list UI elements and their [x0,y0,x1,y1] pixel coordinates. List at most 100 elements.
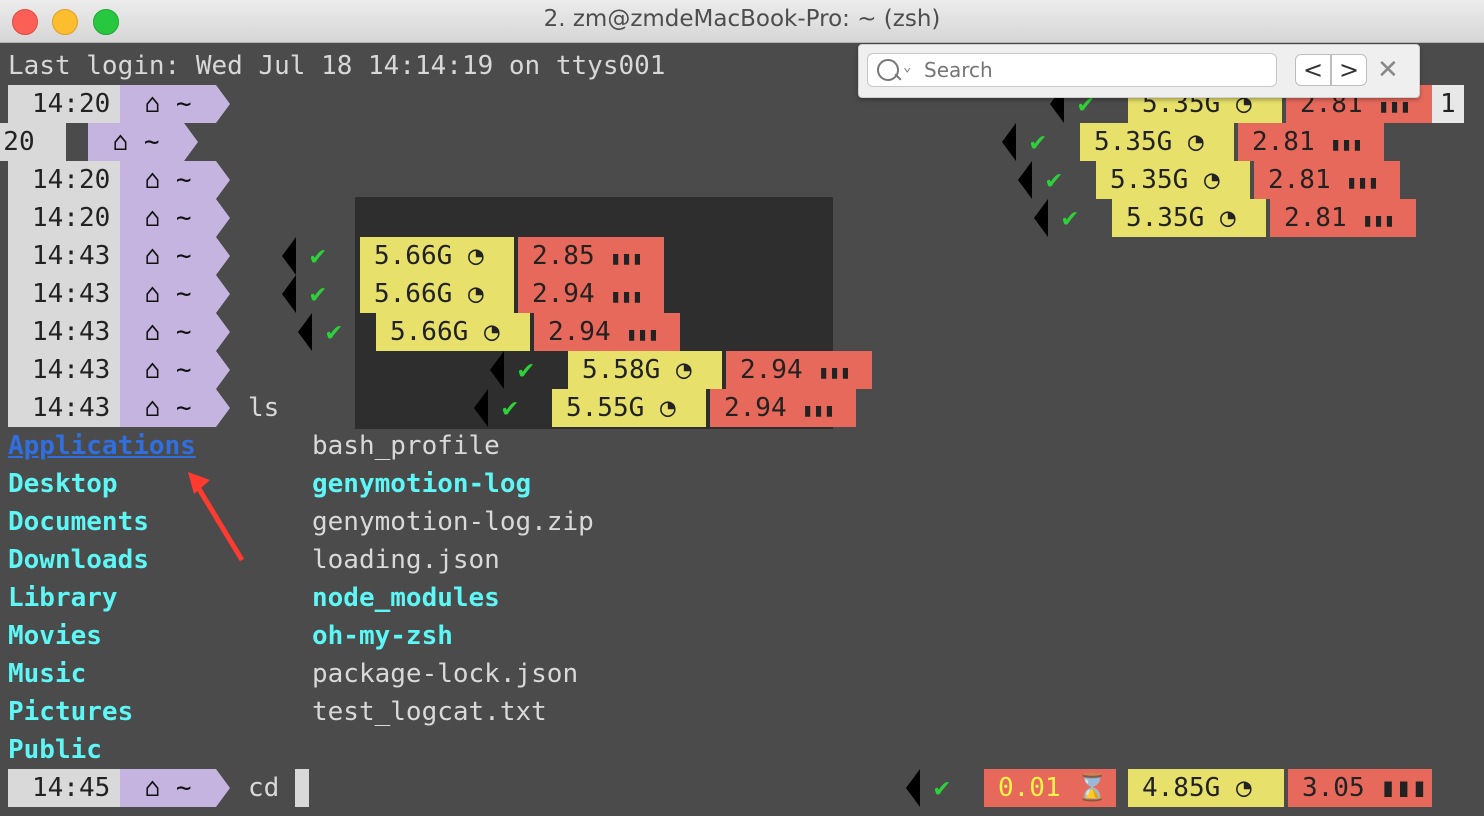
current-prompt[interactable]: 14:45 ⌂ ~ cd ✔ 0.01 ⌛ 4.85G ◔ 3.05 ▮▮▮ [0,769,1484,807]
login-line: Last login: Wed Jul 18 14:14:19 on ttys0… [8,51,666,81]
home-icon: ⌂ [144,279,161,309]
prompt-row: 14:43 ⌂ ~ ✔ 5.58G ◔ 2.94 ▮▮▮ [0,351,1484,389]
directory-entry[interactable]: Library [8,579,118,617]
directory-entry[interactable]: Public [8,731,102,769]
load-segment: 3.05 ▮▮▮ [1288,769,1432,807]
command-text: ls [248,393,280,423]
gauge-icon: ◔ [659,393,676,423]
directory-entry[interactable]: Pictures [8,693,133,731]
load-segment: 2.94 ▮▮▮ [710,389,856,427]
file-entry[interactable]: genymotion-log.zip [312,503,594,541]
load-value: 2.94 [724,393,787,423]
prompt-time: 14:45 [8,769,120,807]
chevron-down-icon[interactable]: ⌄ [903,59,911,75]
prompt-home: ⌂ ~ [120,85,216,123]
prompt-home: ⌂ ~ [120,389,216,427]
directory-entry[interactable]: genymotion-log [312,465,531,503]
prompt-row: 14:43 ⌂ ~ ✔ 5.66G ◔ 2.94 ▮▮▮ [0,313,1484,351]
directory-entry[interactable]: oh-my-zsh [312,617,453,655]
prompt-home: ⌂ ~ [120,199,216,237]
gauge-icon: ◔ [1219,203,1236,233]
memory-value: 5.66G [390,317,469,347]
memory-segment: 4.85G ◔ [1128,769,1284,807]
file-entry[interactable]: loading.json [312,541,500,579]
bar-chart-icon: ▮▮▮ [818,362,851,383]
load-value: 2.94 [532,279,595,309]
prompt-time: 14:43 [8,275,120,313]
load-segment: 2.81 ▮▮▮ [1238,123,1384,161]
memory-value: 5.66G [374,241,453,271]
directory-entry[interactable]: Music [8,655,86,693]
home-icon: ⌂ [144,317,161,347]
bar-chart-icon: ▮▮▮ [626,324,659,345]
load-segment: 2.94 ▮▮▮ [534,313,680,351]
memory-value: 5.35G [1110,165,1189,195]
bar-chart-icon: ▮▮▮ [1378,96,1411,117]
prompt-time: 14:20 [8,199,120,237]
check-icon: ✔ [1030,127,1046,157]
memory-value: 5.35G [1094,127,1173,157]
search-icon[interactable] [877,59,899,81]
prompt-row: 14:43 ⌂ ~ ls ✔ 5.55G ◔ 2.94 ▮▮▮ [0,389,1484,427]
prompt-time: 14:20 [8,85,120,123]
command-text: cd [248,773,280,803]
load-segment: 2.94 ▮▮▮ [726,351,872,389]
close-icon[interactable]: ✕ [1377,57,1399,83]
load-segment: 2.81 ▮▮▮ [1270,199,1416,237]
directory-entry[interactable]: Applications [8,427,196,465]
bar-chart-icon: ▮▮▮ [1380,773,1428,803]
prompt-home: ⌂ ~ [88,123,184,161]
check-icon: ✔ [310,279,326,309]
memory-segment: 5.35G ◔ [1080,123,1234,161]
file-entry[interactable]: test_logcat.txt [312,693,547,731]
home-icon: ⌂ [144,241,161,271]
memory-value: 5.35G [1126,203,1205,233]
search-input[interactable] [867,53,1277,87]
memory-segment: 5.55G ◔ [552,389,706,427]
directory-entry[interactable]: Documents [8,503,149,541]
directory-entry[interactable]: node_modules [312,579,500,617]
directory-entry[interactable]: Movies [8,617,102,655]
prompt-separator [216,275,230,313]
command-input[interactable]: cd [248,769,309,807]
prompt-separator [216,237,230,275]
directory-entry[interactable]: Desktop [8,465,118,503]
window-title: 2. zm@zmdeMacBook-Pro: ~ (zsh) [543,6,941,32]
prompt-row: 14:43 ⌂ ~ ✔ 5.66G ◔ 2.85 ▮▮▮ [0,237,1484,275]
prompt-row: 14:20 ⌂ ~ ✔ 5.35G ◔ 2.81 ▮▮▮ [0,161,1484,199]
exec-time-value: 0.01 [998,773,1061,803]
load-segment: 2.85 ▮▮▮ [518,237,664,275]
home-icon: ⌂ [144,355,161,385]
previous-match-button[interactable]: < [1295,54,1331,86]
prompt-row: 4:20⌂ ~✔5.35G ◔2.81 ▮▮▮ [0,123,1484,161]
memory-value: 5.66G [374,279,453,309]
bar-chart-icon: ▮▮▮ [1346,172,1379,193]
gauge-icon: ◔ [1203,165,1220,195]
title-bar[interactable]: 2. zm@zmdeMacBook-Pro: ~ (zsh) [0,0,1484,43]
home-icon: ⌂ [112,127,129,157]
prompt-home: ⌂ ~ [120,161,216,199]
directory-entry[interactable]: Downloads [8,541,149,579]
prompt-time: 14:43 [8,351,120,389]
gauge-icon: ◔ [467,279,484,309]
file-entry[interactable]: package-lock.json [312,655,578,693]
home-icon: ⌂ [144,773,161,803]
bar-chart-icon: ▮▮▮ [1330,134,1363,155]
next-match-button[interactable]: > [1331,54,1367,86]
file-entry[interactable]: bash_profile [312,427,500,465]
status-separator [298,313,312,351]
status-separator [490,351,504,389]
prompt-home: ⌂ ~ [120,275,216,313]
prompt-home: ⌂ ~ [120,237,216,275]
home-icon: ⌂ [144,203,161,233]
terminal-content[interactable]: Last login: Wed Jul 18 14:14:19 on ttys0… [0,43,1484,816]
load-value: 2.81 [1284,203,1347,233]
gauge-icon: ◔ [1187,127,1204,157]
text-cursor [294,769,309,807]
prompt-separator [216,161,230,199]
status-separator [1018,161,1032,199]
bar-chart-icon: ▮▮▮ [1362,210,1395,231]
status-separator [1034,199,1048,237]
hourglass-icon: ⌛ [1076,773,1109,803]
prompt-separator [216,199,230,237]
